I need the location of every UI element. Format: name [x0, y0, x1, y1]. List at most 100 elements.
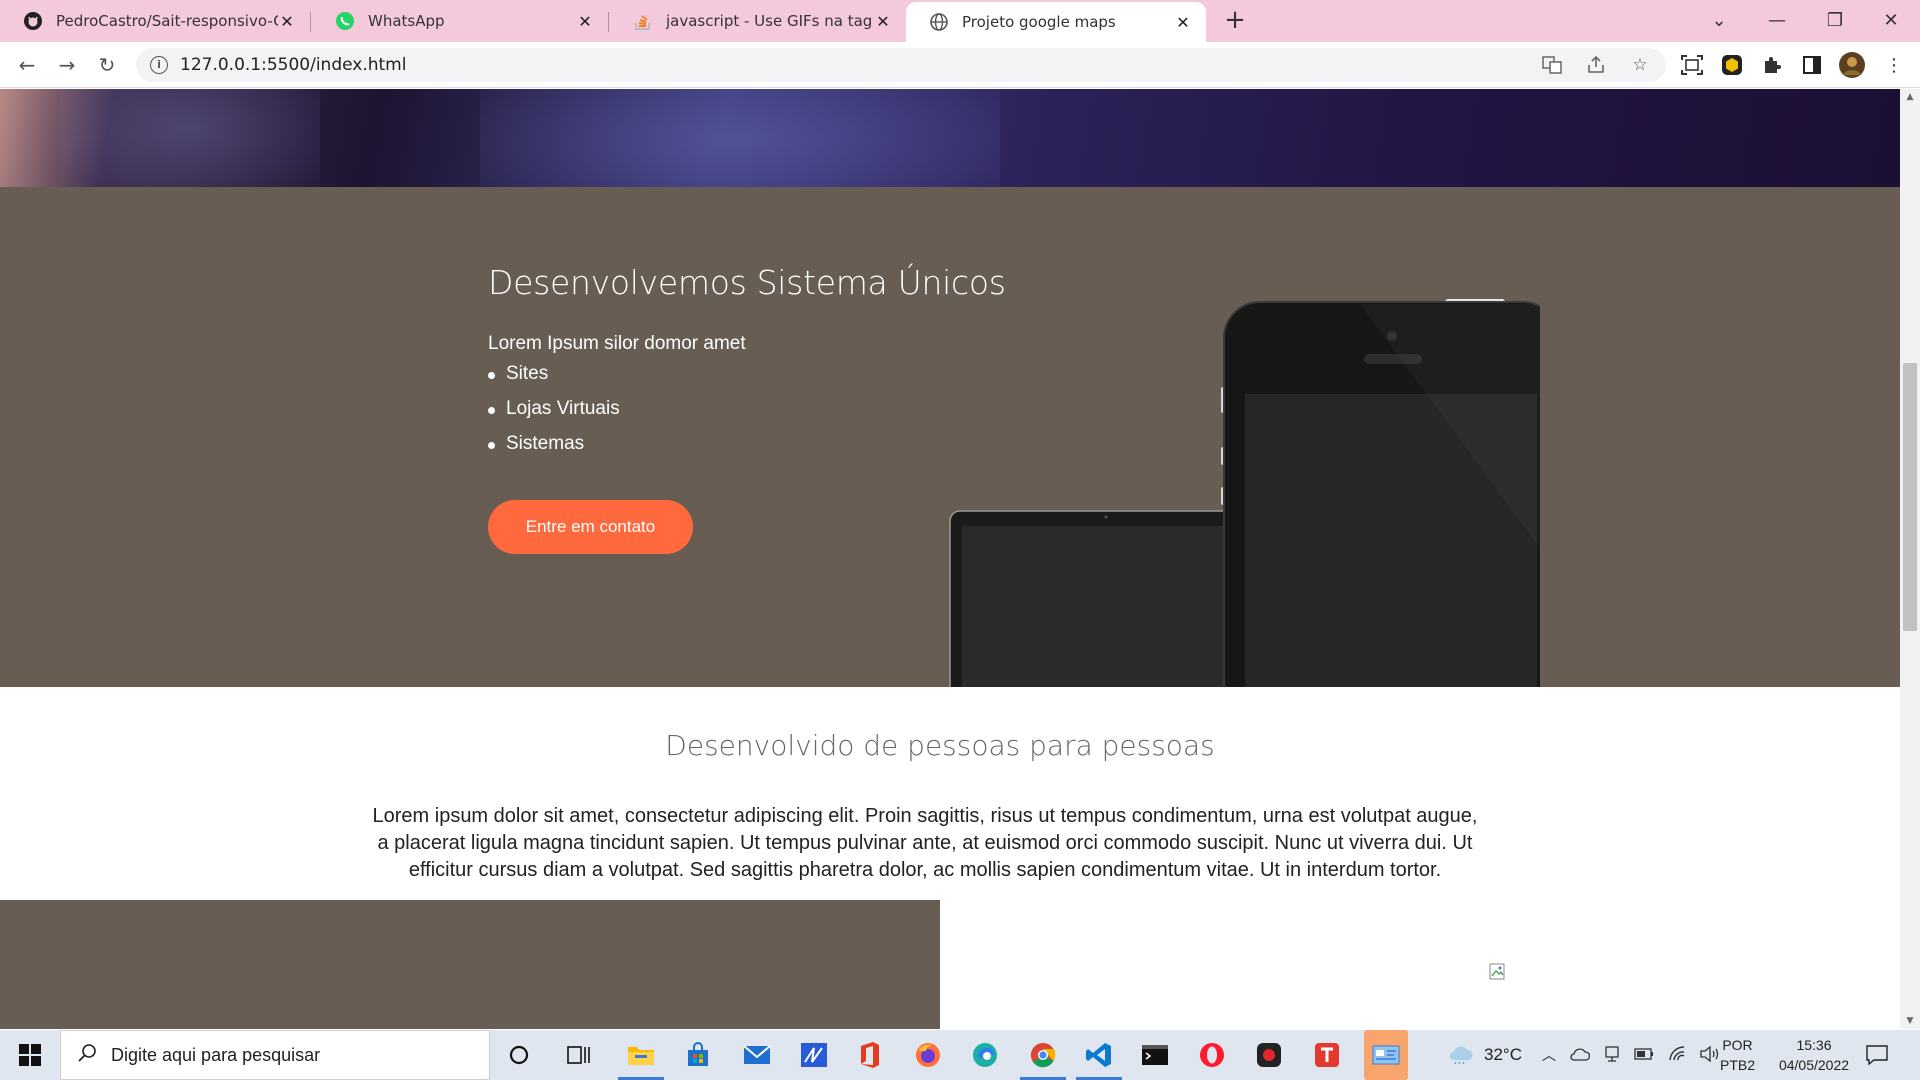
tab-whatsapp[interactable]: WhatsApp ✕: [312, 0, 608, 42]
show-hidden-icons-icon[interactable]: ︿: [1542, 1045, 1556, 1065]
onedrive-cloud-icon[interactable]: [1570, 1047, 1591, 1064]
devices-illustration: [949, 299, 1540, 744]
battery-icon[interactable]: [1634, 1047, 1654, 1063]
input-language-indicator[interactable]: POR PTB2: [1720, 1030, 1755, 1080]
vscode-icon[interactable]: [1076, 1038, 1122, 1080]
close-tab-icon[interactable]: ✕: [1174, 13, 1192, 32]
weather-widget[interactable]: 32°C: [1448, 1030, 1522, 1080]
tab-search-icon[interactable]: ⌄: [1690, 0, 1748, 40]
volume-icon[interactable]: [1700, 1045, 1720, 1065]
scroll-down-arrow-icon[interactable]: ▼: [1900, 1013, 1920, 1029]
close-window-icon[interactable]: ✕: [1862, 0, 1920, 40]
translate-icon[interactable]: [1540, 53, 1564, 77]
chrome-icon[interactable]: [1020, 1038, 1066, 1080]
hero-glow: [60, 89, 320, 199]
language-code: POR: [1722, 1037, 1753, 1053]
screenshot-extension-icon[interactable]: [1678, 51, 1706, 79]
forward-icon[interactable]: →: [52, 50, 82, 80]
stackoverflow-icon: [632, 10, 654, 32]
services-list-item: Sistemas: [488, 433, 620, 468]
address-bar[interactable]: i 127.0.0.1:5500/index.html ☆: [136, 48, 1666, 82]
taskbar-search-box[interactable]: Digite aqui para pesquisar: [60, 1030, 490, 1080]
services-lead: Lorem Ipsum silor domor amet: [488, 333, 746, 354]
services-list-item: Sites: [488, 363, 620, 398]
services-title: Desenvolvemos Sistema Únicos: [488, 263, 1006, 302]
broken-image-icon: [1489, 963, 1505, 980]
new-tab-button[interactable]: +: [1220, 6, 1250, 36]
clock[interactable]: 15:36 04/05/2022: [1768, 1030, 1860, 1080]
tab-title: PedroCastro/Sait-responsivo-Go: [56, 12, 278, 30]
weather-icon: [1448, 1044, 1474, 1067]
extensions-puzzle-icon[interactable]: [1758, 51, 1786, 79]
whatsapp-icon: [334, 10, 356, 32]
tab-title: WhatsApp: [368, 12, 445, 30]
contact-button[interactable]: Entre em contato: [488, 500, 693, 554]
share-icon[interactable]: [1584, 53, 1608, 77]
visual-studio-icon[interactable]: [797, 1038, 831, 1072]
opera-icon[interactable]: [1195, 1038, 1229, 1072]
tab-github[interactable]: PedroCastro/Sait-responsivo-Go ✕: [0, 0, 310, 42]
microsoft-store-icon[interactable]: [681, 1038, 715, 1072]
office-icon[interactable]: [853, 1038, 887, 1072]
page-scrollbar[interactable]: ▲ ▼: [1900, 89, 1920, 1029]
windows-start-icon[interactable]: [8, 1040, 52, 1070]
bookmark-star-icon[interactable]: ☆: [1628, 53, 1652, 77]
page-viewport: Desenvolvemos Sistema Únicos Lorem Ipsum…: [0, 89, 1900, 1029]
site-info-icon[interactable]: i: [150, 56, 168, 74]
screen: PedroCastro/Sait-responsivo-Go ✕ WhatsAp…: [0, 0, 1920, 1080]
about-section: Desenvolvido de pessoas para pessoas Lor…: [0, 687, 1900, 911]
task-view-icon[interactable]: [562, 1038, 596, 1072]
map-section-panel: [0, 900, 940, 1029]
edge-icon[interactable]: [968, 1038, 1002, 1072]
tab-separator: [608, 12, 609, 32]
search-icon: [77, 1043, 97, 1067]
tab-title: Projeto google maps: [962, 13, 1116, 31]
clock-date: 04/05/2022: [1778, 1057, 1850, 1073]
windows-taskbar: Digite aqui para pesquisar 32°C ︿ POR PT…: [0, 1030, 1920, 1080]
minimize-icon[interactable]: —: [1748, 0, 1806, 40]
mail-icon[interactable]: [740, 1038, 774, 1072]
search-placeholder: Digite aqui para pesquisar: [111, 1044, 321, 1065]
services-list: Sites Lojas Virtuais Sistemas: [488, 363, 620, 468]
reload-icon[interactable]: ↻: [92, 50, 122, 80]
close-tab-icon[interactable]: ✕: [278, 12, 296, 31]
file-explorer-icon[interactable]: [618, 1038, 664, 1080]
hero-banner-image: [0, 89, 1900, 209]
tab-title: javascript - Use GIFs na tag <vide: [666, 12, 874, 30]
tab-separator: [310, 12, 311, 32]
tab-projeto-google-maps[interactable]: Projeto google maps ✕: [906, 2, 1206, 42]
globe-icon: [928, 11, 950, 33]
cortana-icon[interactable]: [502, 1038, 536, 1072]
url-text: 127.0.0.1:5500/index.html: [180, 55, 407, 75]
services-list-item: Lojas Virtuais: [488, 398, 620, 433]
firefox-icon[interactable]: [911, 1038, 945, 1072]
terminal-icon[interactable]: [1138, 1038, 1172, 1072]
restore-icon[interactable]: ❐: [1806, 0, 1864, 40]
weather-temperature: 32°C: [1484, 1045, 1522, 1064]
keyboard-layout: PTB2: [1720, 1057, 1756, 1073]
system-tray: ︿: [1542, 1030, 1720, 1080]
control-panel-icon[interactable]: [1364, 1030, 1408, 1080]
clock-time: 15:36: [1796, 1037, 1832, 1053]
notifications-icon[interactable]: [1866, 1030, 1888, 1080]
screen-recorder-icon[interactable]: [1252, 1038, 1286, 1072]
browser-menu-icon[interactable]: ⋮: [1880, 51, 1908, 79]
scrollbar-thumb[interactable]: [1903, 363, 1917, 631]
profile-avatar[interactable]: [1838, 51, 1866, 79]
close-tab-icon[interactable]: ✕: [874, 12, 892, 31]
about-paragraph: Lorem ipsum dolor sit amet, consectetur …: [372, 805, 1478, 881]
side-panel-icon[interactable]: [1798, 51, 1826, 79]
todoist-icon[interactable]: [1310, 1038, 1344, 1072]
scroll-up-arrow-icon[interactable]: ▲: [1900, 89, 1920, 105]
extension-cube-icon[interactable]: [1718, 51, 1746, 79]
tab-stackoverflow[interactable]: javascript - Use GIFs na tag <vide ✕: [610, 0, 906, 42]
close-tab-icon[interactable]: ✕: [576, 12, 594, 31]
device-icon[interactable]: [1604, 1045, 1620, 1066]
github-icon: [22, 10, 44, 32]
phone-image: [1221, 299, 1540, 744]
tab-strip: PedroCastro/Sait-responsivo-Go ✕ WhatsAp…: [0, 0, 1920, 42]
browser-toolbar: ← → ↻ i 127.0.0.1:5500/index.html ☆ ⋮: [0, 42, 1920, 88]
wifi-icon[interactable]: [1668, 1045, 1686, 1065]
about-title: Desenvolvido de pessoas para pessoas: [665, 729, 1215, 762]
back-icon[interactable]: ←: [12, 50, 42, 80]
